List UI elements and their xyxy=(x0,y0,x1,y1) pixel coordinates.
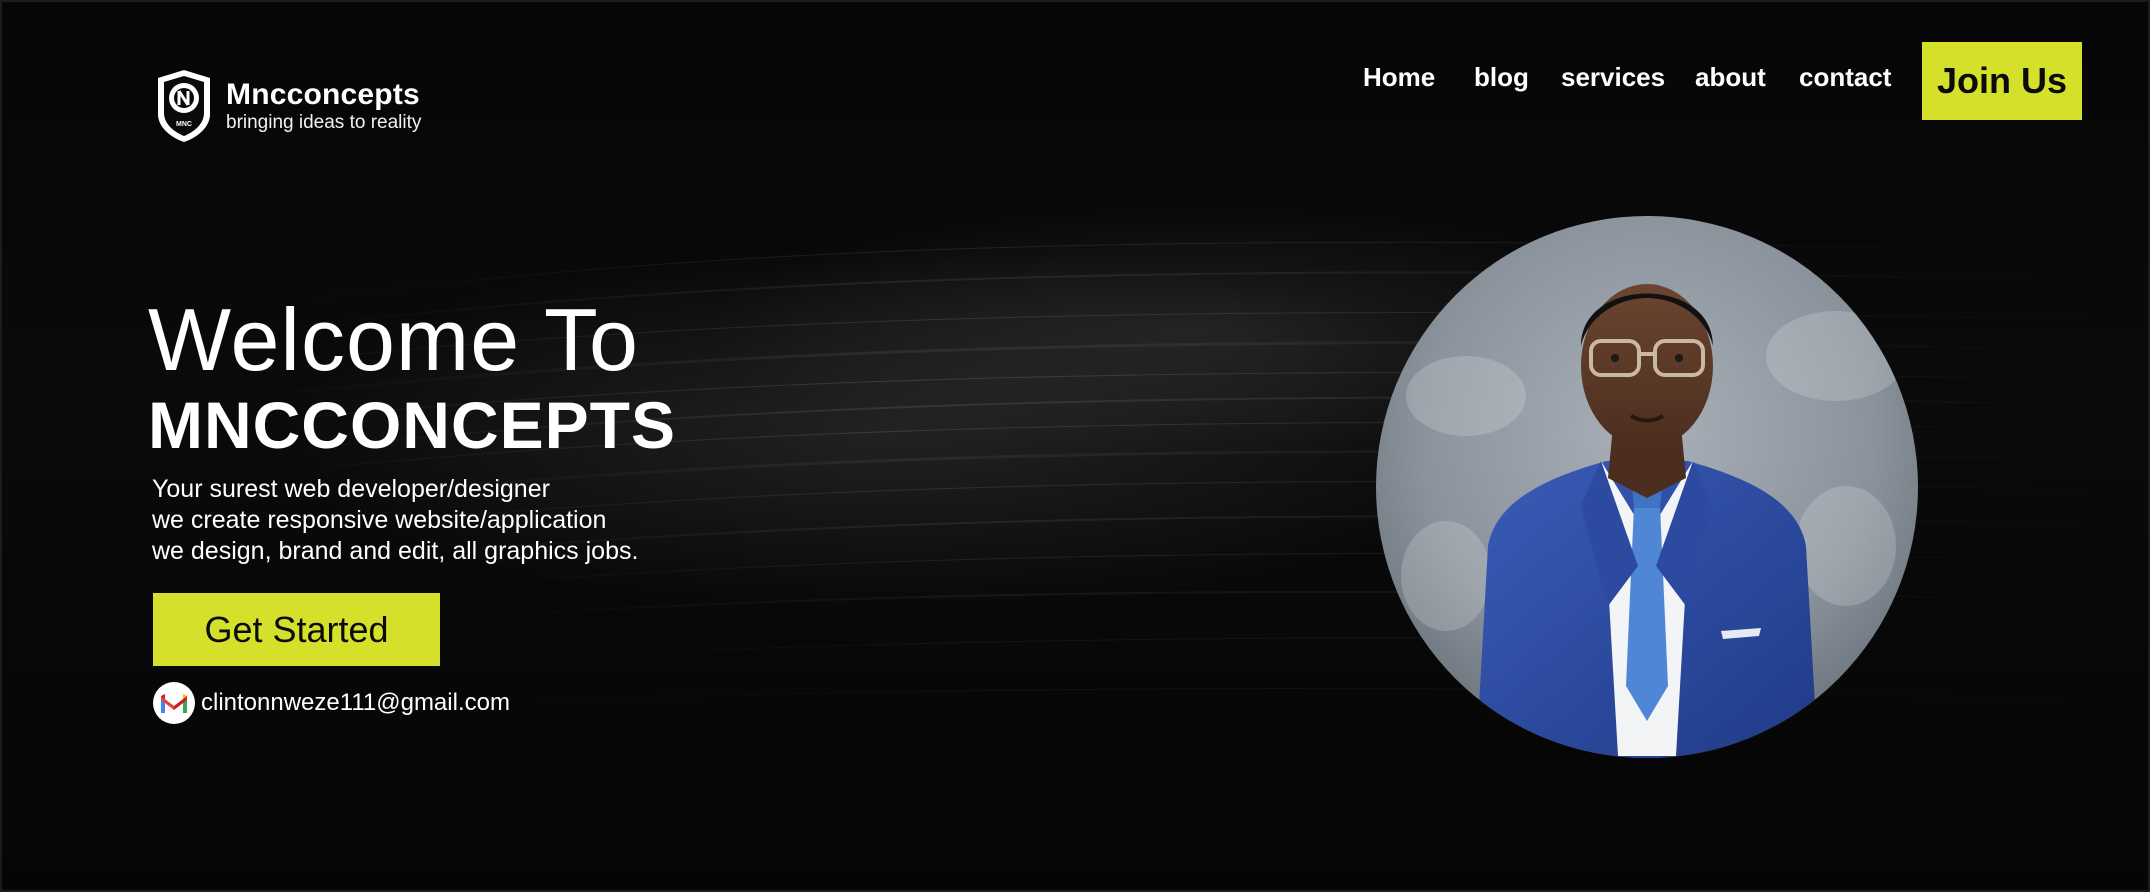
hero-line-1: Your surest web developer/designer xyxy=(152,475,550,503)
landing-page: MNC Mncconcepts bringing ideas to realit… xyxy=(0,0,2150,892)
join-us-button[interactable]: Join Us xyxy=(1922,42,2082,120)
logo-tagline: bringing ideas to reality xyxy=(226,112,422,133)
brand-logo[interactable]: MNC Mncconcepts bringing ideas to realit… xyxy=(152,68,421,144)
portrait-photo xyxy=(1376,216,1918,758)
gmail-icon xyxy=(153,682,195,724)
hero-brand-heading: MNCCONCEPTS xyxy=(148,388,677,462)
nav-about[interactable]: about xyxy=(1695,62,1766,93)
logo-name: Mncconcepts xyxy=(226,78,420,111)
email-contact[interactable]: clintonnweze111@gmail.com xyxy=(153,682,510,724)
nav-home[interactable]: Home xyxy=(1363,62,1435,93)
nav-contact[interactable]: contact xyxy=(1799,62,1891,93)
hero-line-2: we create responsive website/application xyxy=(152,506,607,534)
nav-blog[interactable]: blog xyxy=(1474,62,1529,93)
get-started-button[interactable]: Get Started xyxy=(153,593,440,666)
logo-badge-text: MNC xyxy=(176,121,192,128)
hero-welcome-heading: Welcome To xyxy=(148,290,639,389)
hero-line-3: we design, brand and edit, all graphics … xyxy=(152,537,639,565)
shield-logo-icon: MNC xyxy=(158,70,210,142)
hero-description: Your surest web developer/designer we cr… xyxy=(152,474,638,567)
email-address: clintonnweze111@gmail.com xyxy=(201,689,510,716)
nav-services[interactable]: services xyxy=(1561,62,1665,93)
